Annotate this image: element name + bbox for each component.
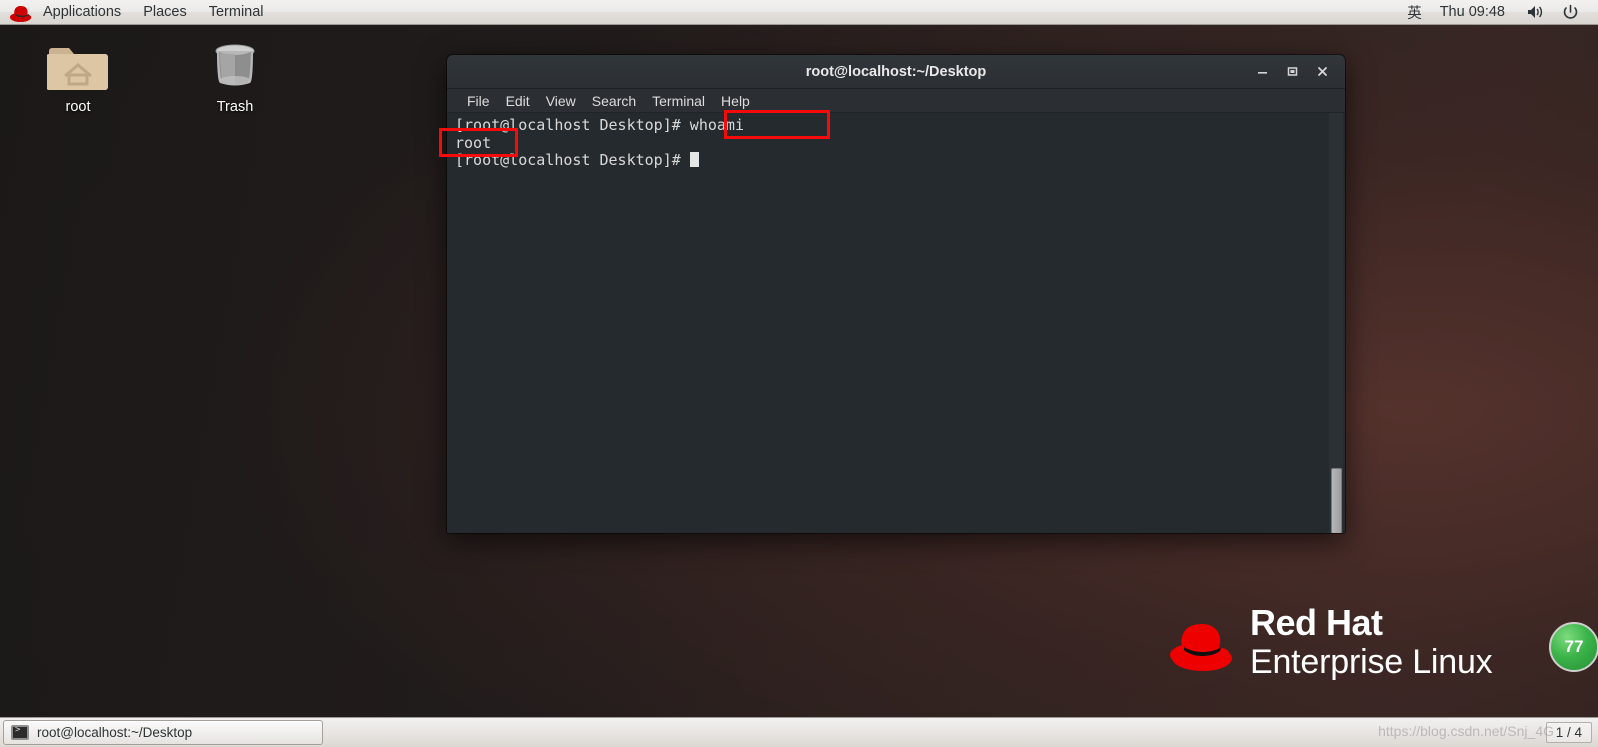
menu-edit[interactable]: Edit — [498, 89, 538, 113]
applications-menu[interactable]: Applications — [32, 0, 132, 24]
green-status-badge[interactable]: 77 — [1549, 622, 1598, 672]
workspace-switcher[interactable]: 1 / 4 — [1545, 722, 1592, 743]
terminal-icon — [11, 725, 29, 740]
input-method-indicator[interactable]: 英 — [1401, 0, 1428, 24]
trash-bin-icon — [181, 36, 289, 92]
taskbar-window-label: root@localhost:~/Desktop — [37, 725, 193, 740]
minimize-button[interactable] — [1247, 59, 1277, 85]
terminal-line-1: [root@localhost Desktop]# whoami — [455, 116, 744, 134]
desktop-icon-root[interactable]: root — [24, 36, 132, 115]
home-folder-icon — [24, 36, 132, 92]
terminal-title-bar[interactable]: root@localhost:~/Desktop — [447, 55, 1345, 89]
desktop-icon-root-label: root — [65, 99, 91, 115]
desktop-icon-trash[interactable]: Trash — [181, 36, 289, 115]
terminal-scrollbar[interactable] — [1329, 113, 1343, 533]
close-button[interactable] — [1307, 59, 1337, 85]
menu-file[interactable]: File — [459, 89, 498, 113]
terminal-text: [root@localhost Desktop]# whoami root [r… — [455, 116, 1323, 170]
terminal-menu-bar: File Edit View Search Terminal Help — [447, 89, 1345, 113]
menu-search[interactable]: Search — [584, 89, 644, 113]
redhat-fedora-icon[interactable] — [10, 0, 32, 25]
menu-view[interactable]: View — [538, 89, 584, 113]
terminal-line-3: [root@localhost Desktop]# — [455, 151, 690, 169]
menu-terminal[interactable]: Terminal — [644, 89, 713, 113]
rhel-logo-line1: Red Hat — [1250, 602, 1383, 643]
places-menu[interactable]: Places — [132, 0, 198, 24]
clock[interactable]: Thu 09:48 — [1428, 0, 1517, 24]
terminal-menu[interactable]: Terminal — [198, 0, 275, 24]
bottom-taskbar: root@localhost:~/Desktop 1 / 4 — [0, 717, 1598, 747]
terminal-scrollbar-thumb[interactable] — [1331, 468, 1342, 533]
rhel-logo-line2: Enterprise Linux — [1250, 643, 1493, 681]
terminal-cursor — [689, 152, 699, 167]
speaker-icon[interactable] — [1517, 0, 1553, 24]
terminal-window[interactable]: root@localhost:~/Desktop File Edit View … — [447, 55, 1345, 533]
menu-help[interactable]: Help — [713, 89, 758, 113]
rhel-watermark-logo: Red Hat Enterprise Linux — [1168, 605, 1493, 679]
redhat-hat-icon — [1170, 624, 1232, 671]
taskbar-window-button[interactable]: root@localhost:~/Desktop — [3, 720, 323, 745]
top-panel: Applications Places Terminal 英 Thu 09:48 — [0, 0, 1598, 25]
terminal-output-area[interactable]: [root@localhost Desktop]# whoami root [r… — [447, 113, 1345, 533]
maximize-button[interactable] — [1277, 59, 1307, 85]
terminal-window-title: root@localhost:~/Desktop — [805, 63, 987, 80]
terminal-line-2: root — [455, 133, 492, 152]
desktop-icon-trash-label: Trash — [216, 99, 254, 115]
power-icon[interactable] — [1553, 0, 1588, 24]
